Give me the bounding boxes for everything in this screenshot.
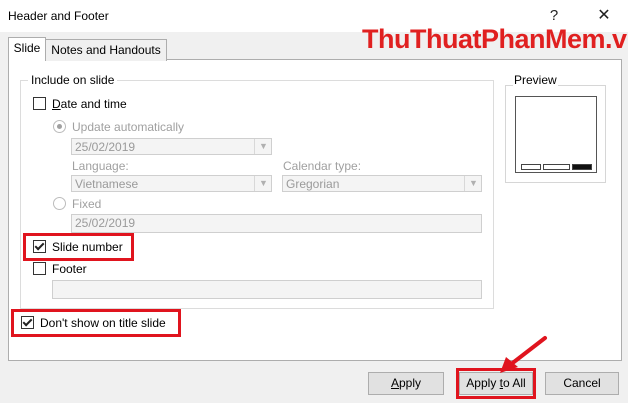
watermark-part1: ThuThuat <box>362 24 481 54</box>
preview-slide <box>515 96 597 173</box>
chevron-down-icon[interactable]: ▼ <box>254 139 272 154</box>
fixed-label: Fixed <box>72 197 102 211</box>
tab-notes-and-handouts[interactable]: Notes and Handouts <box>45 39 167 61</box>
preview-footer-placeholder <box>543 164 570 170</box>
date-format-value: 25/02/2019 <box>75 140 136 154</box>
preview-label: Preview <box>513 73 558 87</box>
language-value: Vietnamese <box>75 177 139 191</box>
footer-checkbox[interactable] <box>33 262 46 275</box>
footer-input[interactable] <box>52 280 482 299</box>
slide-number-checkbox[interactable] <box>33 240 46 253</box>
dont-show-checkbox[interactable] <box>21 316 34 329</box>
date-time-checkbox[interactable] <box>33 97 46 110</box>
fixed-radio[interactable] <box>53 197 66 210</box>
preview-slide-number-placeholder <box>572 164 592 170</box>
date-time-label: Date and time <box>52 97 127 111</box>
date-format-combo[interactable]: 25/02/2019 <box>71 138 272 155</box>
chevron-down-icon[interactable]: ▼ <box>464 176 482 191</box>
fixed-date-value: 25/02/2019 <box>75 216 136 230</box>
apply-button[interactable]: Apply <box>368 372 444 395</box>
calendar-type-value: Gregorian <box>286 177 340 191</box>
arrow-shaft <box>508 336 547 367</box>
watermark-part2: PhanMem <box>480 24 606 54</box>
fixed-date-input[interactable]: 25/02/2019 <box>71 214 482 233</box>
red-arrow-annotation <box>500 336 547 373</box>
watermark-part3: .vn <box>605 24 628 54</box>
dont-show-label: Don't show on title slide <box>40 316 166 330</box>
apply-label-accel: A <box>390 376 399 390</box>
date-time-label-rest: ate and time <box>60 97 127 111</box>
language-label: Language: <box>72 159 129 173</box>
tab-slide[interactable]: Slide <box>8 37 46 61</box>
include-on-slide-group <box>20 80 494 309</box>
date-time-label-accel: D <box>52 97 61 111</box>
watermark: ThuThuatPhanMem.vn <box>362 24 628 55</box>
preview-date-placeholder <box>521 164 541 170</box>
window-title: Header and Footer <box>8 9 109 23</box>
include-on-slide-legend: Include on slide <box>28 73 118 87</box>
update-automatically-label: Update automatically <box>72 120 185 134</box>
slide-number-label: Slide number <box>52 240 123 254</box>
language-combo[interactable]: Vietnamese <box>71 175 272 192</box>
update-automatically-radio[interactable] <box>53 120 66 133</box>
calendar-type-combo[interactable]: Gregorian <box>282 175 482 192</box>
footer-label: Footer <box>52 262 87 276</box>
apply-label-rest: pply <box>399 376 422 390</box>
chevron-down-icon[interactable]: ▼ <box>254 176 272 191</box>
calendar-type-label: Calendar type: <box>283 159 362 173</box>
cancel-button[interactable]: Cancel <box>545 372 619 395</box>
